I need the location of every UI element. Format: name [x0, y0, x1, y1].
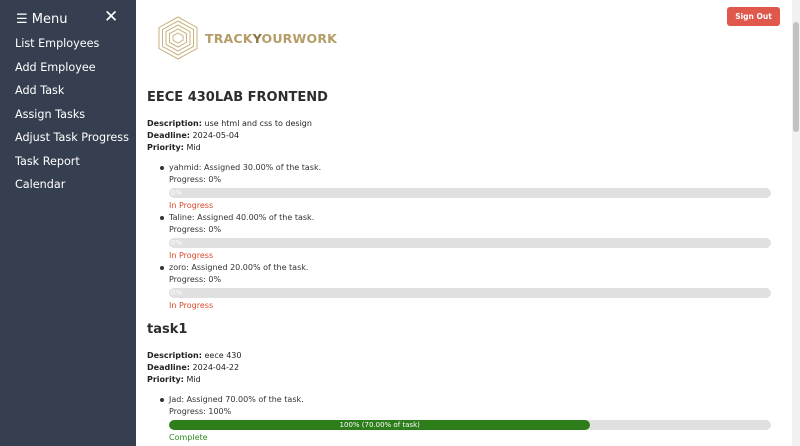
deadline-value: 2024-04-22 [192, 363, 240, 372]
logo-text-part: TRACK [205, 31, 253, 46]
progress-bar: 0% [169, 188, 771, 198]
sidebar-item-adjust-task-progress[interactable]: Adjust Task Progress [15, 130, 129, 154]
sidebar-nav: List Employees Add Employee Add Task Ass… [15, 36, 129, 201]
assignee-item: yahmid: Assigned 30.00% of the task. Pro… [147, 162, 777, 212]
task-title: task1 [147, 322, 188, 337]
progress-bar-label: 100% (70.00% of task) [339, 421, 420, 429]
progress-text: Progress: 0% [169, 275, 222, 284]
sidebar-item-list-employees[interactable]: List Employees [15, 36, 129, 60]
status-text: In Progress [169, 251, 214, 260]
task-priority: Priority: Mid [147, 142, 777, 154]
progress-text: Progress: 0% [169, 175, 222, 184]
scrollbar-thumb[interactable] [793, 22, 799, 132]
assignee-item: Jad: Assigned 70.00% of the task. Progre… [147, 394, 777, 444]
task-priority: Priority: Mid [147, 374, 777, 386]
bullet-icon [160, 266, 164, 270]
task-card: task1 Description: eece 430 Deadline: 20… [147, 322, 777, 444]
assignee-line: yahmid: Assigned 30.00% of the task. [169, 163, 322, 172]
progress-bar: 0% [169, 288, 771, 298]
logo-text-part: OURWORK [261, 31, 338, 46]
progress-bar-label: 0% [171, 189, 183, 197]
description-label: Description: [147, 119, 202, 128]
progress-bar: 0% [169, 238, 771, 248]
assignee-list: yahmid: Assigned 30.00% of the task. Pro… [147, 162, 777, 312]
deadline-label: Deadline: [147, 363, 190, 372]
assignee-line: zoro: Assigned 20.00% of the task. [169, 263, 309, 272]
task-title: EECE 430LAB FRONTEND [147, 90, 328, 105]
assignee-list: Jad: Assigned 70.00% of the task. Progre… [147, 394, 777, 444]
task-deadline: Deadline: 2024-04-22 [147, 362, 777, 374]
status-text: Complete [169, 433, 208, 442]
deadline-label: Deadline: [147, 131, 190, 140]
description-value: eece 430 [204, 351, 242, 360]
sidebar-item-task-report[interactable]: Task Report [15, 154, 129, 178]
sidebar-item-add-employee[interactable]: Add Employee [15, 60, 129, 84]
progress-bar-label: 0% [171, 289, 183, 297]
assignee-line: Jad: Assigned 70.00% of the task. [169, 395, 304, 404]
status-text: In Progress [169, 201, 214, 210]
task-description: Description: use html and css to design [147, 118, 777, 130]
priority-value: Mid [186, 143, 201, 152]
bullet-icon [160, 166, 164, 170]
task-description: Description: eece 430 [147, 350, 777, 362]
assignee-line: Taline: Assigned 40.00% of the task. [169, 213, 315, 222]
close-icon[interactable]: ✕ [104, 7, 118, 27]
progress-bar-label: 0% [171, 239, 183, 247]
hexagon-logo-icon [156, 16, 200, 64]
description-label: Description: [147, 351, 202, 360]
logo-text-part: Y [252, 31, 262, 46]
priority-value: Mid [186, 375, 201, 384]
progress-bar: 100% (70.00% of task) [169, 420, 771, 430]
progress-text: Progress: 100% [169, 407, 232, 416]
status-text: In Progress [169, 301, 214, 310]
assignee-item: Taline: Assigned 40.00% of the task. Pro… [147, 212, 777, 262]
sidebar-item-add-task[interactable]: Add Task [15, 83, 129, 107]
task-deadline: Deadline: 2024-05-04 [147, 130, 777, 142]
bullet-icon [160, 398, 164, 402]
scrollbar[interactable] [792, 0, 800, 446]
priority-label: Priority: [147, 375, 184, 384]
main-content: Sign Out TRACKYOURWORK EECE 430LAB FRONT… [136, 0, 792, 446]
progress-text: Progress: 0% [169, 225, 222, 234]
assignee-item: zoro: Assigned 20.00% of the task. Progr… [147, 262, 777, 312]
description-value: use html and css to design [204, 119, 312, 128]
sign-out-button[interactable]: Sign Out [727, 7, 780, 26]
deadline-value: 2024-05-04 [192, 131, 240, 140]
menu-header[interactable]: ☰ Menu [16, 12, 67, 27]
sidebar-item-assign-tasks[interactable]: Assign Tasks [15, 107, 129, 131]
task-card: EECE 430LAB FRONTEND Description: use ht… [147, 90, 777, 312]
priority-label: Priority: [147, 143, 184, 152]
sidebar: ☰ Menu ✕ List Employees Add Employee Add… [0, 0, 136, 446]
logo-text: TRACKYOURWORK [205, 31, 337, 46]
bullet-icon [160, 216, 164, 220]
sidebar-item-calendar[interactable]: Calendar [15, 177, 129, 201]
